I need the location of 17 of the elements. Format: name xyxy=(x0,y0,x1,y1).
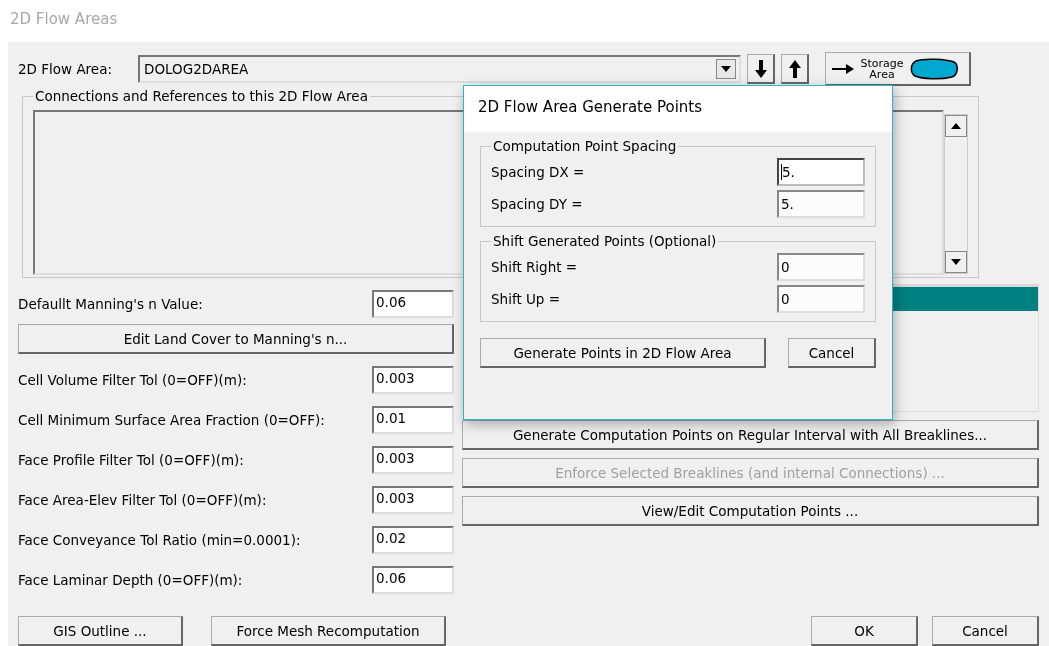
field-label: Spacing DY = xyxy=(491,196,583,212)
field-label: Spacing DX = xyxy=(491,164,585,180)
window-title: 2D Flow Areas xyxy=(10,10,118,28)
connections-group-title: Connections and References to this 2D Flow Area xyxy=(34,88,369,104)
field-label: Cell Volume Filter Tol (0=OFF)(m): xyxy=(18,372,247,388)
field-label: Defaullt Manning's n Value: xyxy=(18,296,203,312)
field-label: Shift Right = xyxy=(491,259,578,275)
flow-area-label: 2D Flow Area: xyxy=(18,61,112,77)
field-label: Face Profile Filter Tol (0=OFF)(m): xyxy=(18,452,244,468)
field-label: Face Laminar Depth (0=OFF)(m): xyxy=(18,572,243,588)
field-label: Face Area-Elev Filter Tol (0=OFF)(m): xyxy=(18,492,267,508)
field-label: Face Conveyance Tol Ratio (min=0.0001): xyxy=(18,532,301,548)
group-title: Shift Generated Points (Optional) xyxy=(492,233,718,249)
group-title: Computation Point Spacing xyxy=(492,138,678,154)
field-label: Shift Up = xyxy=(491,291,561,307)
field-label: Cell Minimum Surface Area Fraction (0=OFF): xyxy=(18,412,325,428)
dialog-title: 2D Flow Area Generate Points xyxy=(478,98,703,116)
